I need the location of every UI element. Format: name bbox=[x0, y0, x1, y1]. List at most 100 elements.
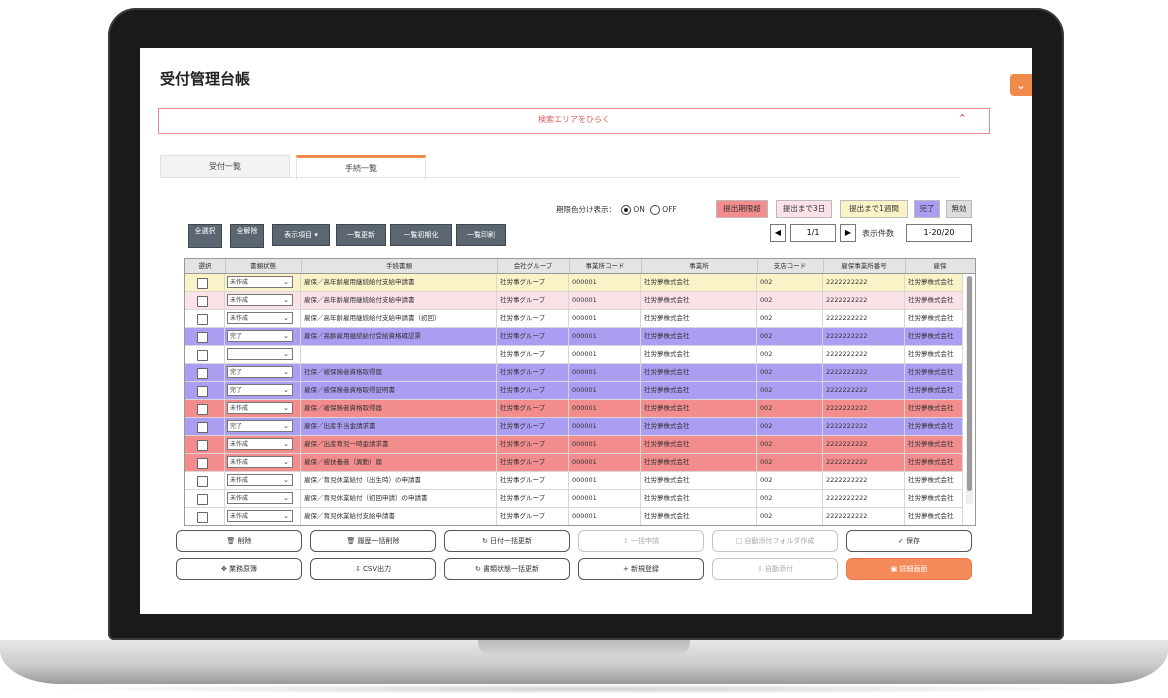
doc-cell: 雇保／育児休業給付（初回申請）の申請書 bbox=[301, 490, 497, 507]
prev-page-button[interactable]: ◀ bbox=[770, 224, 786, 242]
table-row[interactable]: 未作成 ⌄ 雇保／出産育児一時金請求書 社労事グループ 000001 社労夢株式会社 002… bbox=[185, 436, 963, 454]
radio-off[interactable] bbox=[650, 205, 661, 215]
chevron-down-icon: ⌄ bbox=[283, 332, 289, 340]
doc-cell: 雇保／高年齢雇用継続給付支給申請書 bbox=[301, 274, 497, 291]
scrollbar-thumb[interactable] bbox=[967, 276, 972, 491]
detail-button[interactable]: ▣ 詳細画面 bbox=[846, 558, 972, 580]
status-value: 未作成 bbox=[230, 441, 249, 448]
row-checkbox[interactable] bbox=[197, 314, 208, 325]
row-checkbox[interactable] bbox=[197, 350, 208, 361]
status-select[interactable]: 未作成 ⌄ bbox=[227, 276, 293, 288]
radio-on[interactable] bbox=[621, 205, 632, 215]
row-checkbox[interactable] bbox=[197, 404, 208, 415]
legend-invalid: 無効 bbox=[946, 200, 972, 218]
table-row[interactable]: 未作成 ⌄ 雇保／被保険者資格取得届 社労事グループ 000001 社労夢株式会社 002 2… bbox=[185, 400, 963, 418]
status-select[interactable]: 完了 ⌄ bbox=[227, 420, 293, 432]
table-row[interactable]: 完了 ⌄ 雇保／高齢雇用継続給付受給資格確認票 社労事グループ 000001 社労夢株式会… bbox=[185, 328, 963, 346]
date-update-button[interactable]: ↻ 日付一括更新 bbox=[444, 530, 570, 552]
row-checkbox[interactable] bbox=[197, 296, 208, 307]
row-checkbox[interactable] bbox=[197, 278, 208, 289]
status-select[interactable]: 完了 ⌄ bbox=[227, 366, 293, 378]
table-row[interactable]: 未作成 ⌄ 雇保／高年齢雇用継続給付支給申請書 社労事グループ 000001 社労夢株式会… bbox=[185, 274, 963, 292]
reset-button[interactable]: 一覧初期化 bbox=[390, 224, 452, 246]
table-row[interactable]: ⌄ 社労事グループ 000001 社労夢株式会社 002 2222222222 社労夢株式会… bbox=[185, 346, 963, 364]
page-title: 受付管理台帳 bbox=[160, 70, 251, 88]
status-cell: 未作成 ⌄ bbox=[225, 310, 301, 327]
page-indicator[interactable]: 1/1 bbox=[790, 224, 836, 242]
status-cell: 完了 ⌄ bbox=[225, 418, 301, 435]
table-row[interactable]: 未作成 ⌄ 雇保／育児休業給付（出生時）の申請書 社労事グループ 000001 社労夢株式… bbox=[185, 472, 963, 490]
row-checkbox[interactable] bbox=[197, 494, 208, 505]
table-row[interactable]: 未作成 ⌄ 雇保／高年齢雇用継続給付支給申請書（初回） 社労事グループ 000001 社労… bbox=[185, 310, 963, 328]
status-select[interactable]: 未作成 ⌄ bbox=[227, 438, 293, 450]
legend-3days: 提出まで3日 bbox=[776, 200, 832, 218]
status-select[interactable]: 未作成 ⌄ bbox=[227, 474, 293, 486]
doc-cell: 雇保／被扶養者（異動）届 bbox=[301, 454, 497, 471]
row-checkbox[interactable] bbox=[197, 458, 208, 469]
chevron-down-icon: ⌄ bbox=[283, 350, 289, 358]
status-update-button[interactable]: ↻ 書類状態一括更新 bbox=[444, 558, 570, 580]
table-row[interactable]: 未作成 ⌄ 雇保／育児休業給付支給申請書 社労事グループ 000001 社労夢株式会社 00… bbox=[185, 508, 963, 525]
status-select[interactable]: 未作成 ⌄ bbox=[227, 492, 293, 504]
row-checkbox[interactable] bbox=[197, 440, 208, 451]
refresh-icon: ↻ bbox=[474, 565, 481, 573]
tab-reception-list[interactable]: 受付一覧 bbox=[160, 155, 290, 178]
row-checkbox[interactable] bbox=[197, 368, 208, 379]
deselect-all-button[interactable]: 全解除 bbox=[230, 224, 264, 248]
refresh-button[interactable]: 一覧更新 bbox=[336, 224, 386, 246]
table-row[interactable]: 完了 ⌄ 社保／被保険者資格取得届 社労事グループ 000001 社労夢株式会社 002 22… bbox=[185, 364, 963, 382]
status-select[interactable]: 完了 ⌄ bbox=[227, 330, 293, 342]
chevron-down-icon: ⌄ bbox=[283, 404, 289, 412]
next-page-button[interactable]: ▶ bbox=[840, 224, 856, 242]
number-cell: 2222222222 bbox=[823, 418, 905, 435]
select-cell bbox=[185, 418, 225, 435]
number-cell: 2222222222 bbox=[823, 328, 905, 345]
office-cell: 社労夢株式会社 bbox=[641, 490, 757, 507]
display-items-button[interactable]: 表示項目 ▾ bbox=[272, 224, 330, 246]
csv-export-button[interactable]: ⇩ CSV出力 bbox=[310, 558, 436, 580]
table-row[interactable]: 未作成 ⌄ 雇保／育児休業給付（初回申請）の申請書 社労事グループ 000001 社労夢株… bbox=[185, 490, 963, 508]
auto-folder-button[interactable]: □ 自動添付フォルダ作成 bbox=[712, 530, 838, 552]
extra-cell: 社労夢株式会社 bbox=[905, 508, 963, 525]
new-register-button[interactable]: + 新規登録 bbox=[578, 558, 704, 580]
status-select[interactable]: 未作成 ⌄ bbox=[227, 510, 293, 522]
status-select[interactable]: 未作成 ⌄ bbox=[227, 294, 293, 306]
table-row[interactable]: 未作成 ⌄ 雇保／高年齢雇用継続給付支給申請書 社労事グループ 000001 社労夢株式会… bbox=[185, 292, 963, 310]
table-row[interactable]: 未作成 ⌄ 雇保／被扶養者（異動）届 社労事グループ 000001 社労夢株式会社 002 2… bbox=[185, 454, 963, 472]
history-delete-label: 履歴一括削除 bbox=[357, 537, 400, 545]
table-row[interactable]: 完了 ⌄ 雇保／出産手当金請求書 社労事グループ 000001 社労夢株式会社 002 222… bbox=[185, 418, 963, 436]
branch-cell: 002 bbox=[757, 382, 823, 399]
history-delete-button[interactable]: 🗑 履歴一括削除 bbox=[310, 530, 436, 552]
auto-attach-button[interactable]: ⇩ 自動添付 bbox=[712, 558, 838, 580]
status-select[interactable]: ⌄ bbox=[227, 348, 293, 360]
print-button[interactable]: 一覧印刷 bbox=[456, 224, 506, 246]
bulk-apply-button[interactable]: ⇧ 一括申請 bbox=[578, 530, 704, 552]
branch-cell: 002 bbox=[757, 436, 823, 453]
extra-cell: 社労夢株式会社 bbox=[905, 472, 963, 489]
status-select[interactable]: 未作成 ⌄ bbox=[227, 402, 293, 414]
count-field[interactable]: 1-20/20 bbox=[906, 224, 972, 242]
table-row[interactable]: 完了 ⌄ 雇保／被保険者資格取得証明書 社労事グループ 000001 社労夢株式会社 002… bbox=[185, 382, 963, 400]
branch-cell: 002 bbox=[757, 292, 823, 309]
trash-icon: 🗑 bbox=[346, 537, 356, 545]
save-button[interactable]: ✓ 保存 bbox=[846, 530, 972, 552]
extra-cell: 社労夢株式会社 bbox=[905, 400, 963, 417]
status-select[interactable]: 未作成 ⌄ bbox=[227, 312, 293, 324]
number-cell: 2222222222 bbox=[823, 274, 905, 291]
business-flow-button[interactable]: ✥ 業務原簿 bbox=[176, 558, 302, 580]
row-checkbox[interactable] bbox=[197, 476, 208, 487]
status-select[interactable]: 未作成 ⌄ bbox=[227, 456, 293, 468]
branch-cell: 002 bbox=[757, 454, 823, 471]
table-scrollbar[interactable] bbox=[966, 276, 973, 504]
select-all-button[interactable]: 全選択 bbox=[188, 224, 222, 248]
row-checkbox[interactable] bbox=[197, 386, 208, 397]
doc-cell: 雇保／高齢雇用継続給付受給資格確認票 bbox=[301, 328, 497, 345]
search-area-toggle[interactable]: 検索エリアをひらく ⌃ bbox=[158, 108, 990, 134]
delete-button[interactable]: 🗑 削除 bbox=[176, 530, 302, 552]
display-items-label: 表示項目 bbox=[284, 231, 313, 239]
row-checkbox[interactable] bbox=[197, 332, 208, 343]
row-checkbox[interactable] bbox=[197, 512, 208, 523]
side-menu-button[interactable]: ⌄ bbox=[1010, 74, 1032, 96]
status-select[interactable]: 完了 ⌄ bbox=[227, 384, 293, 396]
row-checkbox[interactable] bbox=[197, 422, 208, 433]
